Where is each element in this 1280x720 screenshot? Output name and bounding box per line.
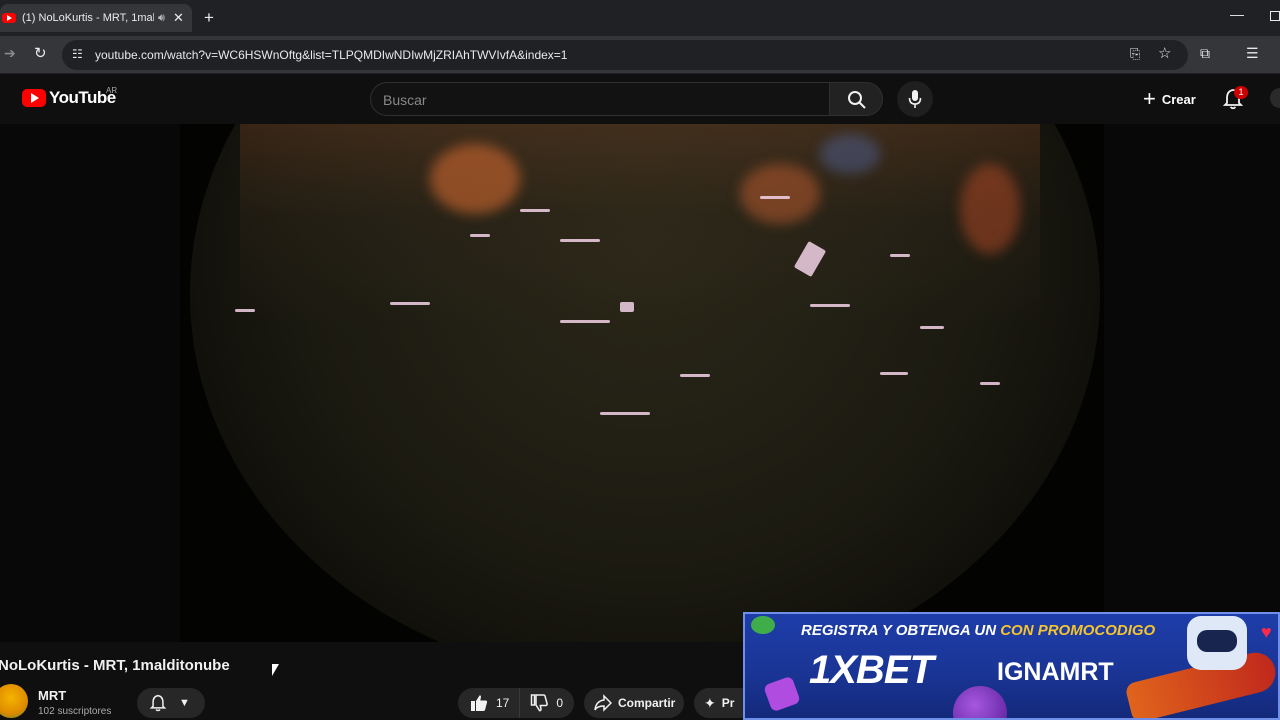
light-reflection bbox=[560, 239, 600, 242]
street-light-glow bbox=[740, 164, 820, 224]
search-icon bbox=[848, 91, 866, 109]
share-arrow-icon bbox=[594, 694, 612, 712]
notification-badge: 1 bbox=[1234, 86, 1248, 99]
subscriber-count: 102 suscriptores bbox=[38, 706, 112, 717]
plus-icon: + bbox=[1143, 86, 1156, 111]
bookmark-star-icon[interactable]: ☆ bbox=[1158, 44, 1171, 62]
share-label: Compartir bbox=[618, 696, 676, 710]
install-app-icon[interactable]: ⎘ bbox=[1130, 46, 1140, 62]
sponsor-ad-banner[interactable]: REGISTRA Y OBTENGA UN CON PROMOCODIGO 1X… bbox=[743, 612, 1280, 720]
light-reflection bbox=[235, 309, 255, 312]
partial-action-label: Pr bbox=[721, 696, 735, 710]
gem-icon bbox=[763, 675, 801, 713]
player-pillarbox-right bbox=[1104, 124, 1280, 642]
window-minimize-icon[interactable]: — bbox=[1230, 6, 1244, 22]
channel-avatar[interactable] bbox=[0, 684, 28, 718]
url-text[interactable]: youtube.com/watch?v=WC6HSWnOftg&list=TLP… bbox=[95, 48, 567, 62]
light-reflection bbox=[390, 302, 430, 305]
light-reflection bbox=[600, 412, 650, 415]
tab-close-icon[interactable]: ✕ bbox=[173, 10, 184, 26]
light-reflection bbox=[470, 234, 490, 237]
video-player[interactable] bbox=[0, 124, 1280, 642]
account-avatar[interactable] bbox=[1270, 88, 1280, 108]
light-reflection bbox=[920, 326, 944, 329]
dislike-button[interactable]: 0 bbox=[520, 688, 563, 718]
ad-headline-white: REGISTRA Y OBTENGA UN bbox=[801, 622, 997, 639]
window-maximize-icon[interactable] bbox=[1270, 11, 1280, 21]
chevron-down-icon: ▼ bbox=[179, 697, 190, 709]
speaker-icon[interactable]: 🔊︎ bbox=[158, 12, 165, 25]
light-reflection bbox=[520, 209, 550, 212]
street-light-glow bbox=[960, 164, 1020, 254]
planet-icon bbox=[953, 686, 1007, 718]
browser-tab-bar: (1) NoLoKurtis - MRT, 1maldit 🔊︎ ✕ + — bbox=[0, 0, 1280, 36]
youtube-masthead: YouTube AR Buscar + Crear 1 bbox=[0, 74, 1280, 124]
youtube-play-icon bbox=[22, 89, 46, 107]
heart-icon: ♥ bbox=[1261, 622, 1272, 642]
light-reflection bbox=[560, 320, 610, 323]
soccer-ball-icon bbox=[751, 616, 775, 634]
dislike-count: 0 bbox=[556, 696, 564, 710]
light-reflection bbox=[810, 304, 850, 307]
thumbs-up-icon bbox=[471, 695, 488, 711]
extensions-icon[interactable]: ⧉ bbox=[1200, 45, 1210, 62]
address-bar[interactable]: ☷ youtube.com/watch?v=WC6HSWnOftg&list=T… bbox=[62, 40, 1188, 70]
youtube-favicon-icon bbox=[2, 13, 16, 23]
forward-arrow-icon[interactable]: ➔ bbox=[4, 45, 16, 62]
ad-headline: REGISTRA Y OBTENGA UN CON PROMOCODIGO bbox=[801, 622, 1155, 639]
browser-toolbar: ➔ ↻ ☷ youtube.com/watch?v=WC6HSWnOftg&li… bbox=[0, 36, 1280, 74]
search-button[interactable] bbox=[829, 82, 883, 116]
new-tab-icon[interactable]: + bbox=[204, 8, 214, 28]
search-input[interactable]: Buscar bbox=[370, 82, 829, 116]
ad-headline-yellow: CON PROMOCODIGO bbox=[1000, 622, 1156, 639]
video-frame[interactable] bbox=[180, 124, 1104, 642]
like-count: 17 bbox=[496, 696, 510, 710]
bell-icon bbox=[149, 694, 167, 712]
ad-promo-code: IGNAMRT bbox=[997, 658, 1114, 686]
light-reflection bbox=[680, 374, 710, 377]
robot-mascot-icon bbox=[1187, 616, 1247, 670]
light-reflection bbox=[760, 196, 790, 199]
microphone-icon bbox=[908, 90, 922, 108]
light-reflection bbox=[880, 372, 908, 375]
subscription-notifications-button[interactable]: ▼ bbox=[137, 688, 205, 718]
light-reflection bbox=[620, 302, 634, 312]
channel-name[interactable]: MRT bbox=[38, 688, 66, 703]
light-reflection bbox=[890, 254, 910, 257]
player-pillarbox-left bbox=[0, 124, 180, 642]
like-button[interactable]: 17 bbox=[458, 688, 521, 718]
ad-brand-logo: 1XBET bbox=[809, 648, 934, 692]
search-placeholder: Buscar bbox=[383, 92, 427, 108]
site-settings-icon[interactable]: ☷ bbox=[72, 47, 83, 61]
light-reflection bbox=[980, 382, 1000, 385]
street-light-glow bbox=[430, 144, 520, 214]
tab-title: (1) NoLoKurtis - MRT, 1maldit bbox=[22, 12, 154, 24]
street-light-glow bbox=[820, 134, 880, 174]
mouse-cursor-icon bbox=[272, 664, 279, 676]
create-button[interactable]: + Crear bbox=[1133, 82, 1207, 116]
thumbs-down-icon bbox=[531, 694, 549, 712]
scene-upper-glow bbox=[240, 124, 1040, 324]
video-title: NoLoKurtis - MRT, 1malditonube bbox=[0, 657, 230, 674]
create-label: Crear bbox=[1161, 91, 1196, 107]
like-dislike-group: 17 0 bbox=[458, 688, 574, 718]
country-code: AR bbox=[106, 86, 118, 95]
browser-tab[interactable]: (1) NoLoKurtis - MRT, 1maldit 🔊︎ ✕ bbox=[0, 4, 192, 32]
reading-list-icon[interactable]: ☰ bbox=[1246, 45, 1259, 62]
youtube-logo[interactable]: YouTube bbox=[22, 88, 116, 108]
reload-icon[interactable]: ↻ bbox=[34, 44, 47, 62]
share-button[interactable]: Compartir bbox=[584, 688, 684, 718]
sparkle-icon: ✦ bbox=[704, 694, 716, 711]
voice-search-button[interactable] bbox=[897, 81, 933, 117]
